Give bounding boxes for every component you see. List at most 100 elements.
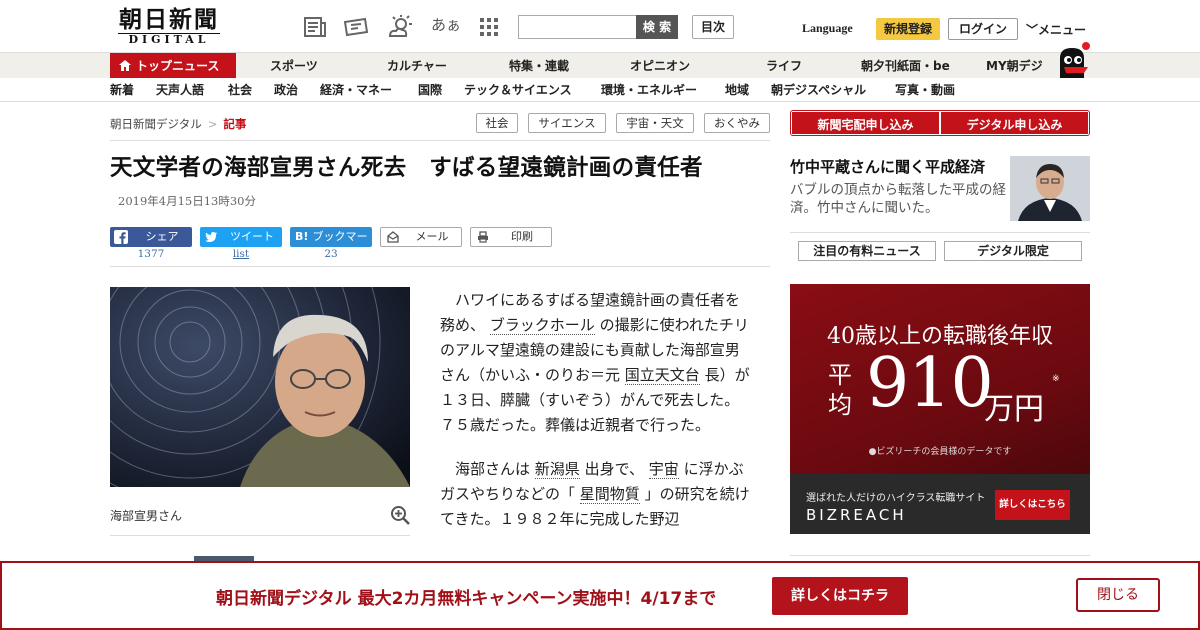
article-date: 2019年4月15日13時30分 xyxy=(118,194,256,208)
newspaper-delivery-button[interactable]: 新聞宅配申し込み xyxy=(792,112,939,134)
breadcrumb-home[interactable]: 朝日新聞デジタル xyxy=(110,117,202,131)
paragraph-2: 海部さんは 新潟県 出身で、 宇宙 に浮かぶガスやちりなどの「 星間物質 」の研… xyxy=(440,457,752,532)
nav2-photo-video[interactable]: 写真・動画 xyxy=(895,78,955,102)
bizreach-ad[interactable]: 40歳以上の転職後年収 平均 910 万円 ※ ●ビズリーチの会員様のデータです… xyxy=(790,284,1090,534)
tweet-button[interactable]: ツイート xyxy=(200,227,282,247)
facebook-count: 1377 xyxy=(137,248,165,260)
secondary-nav: 新着 天声人語 社会 政治 経済・マネー 国際 テック＆サイエンス 環境・エネル… xyxy=(0,78,1200,102)
nav2-environment[interactable]: 環境・エネルギー xyxy=(601,78,697,102)
mail-label: メール xyxy=(415,230,449,243)
nav-item-label: トップニュース xyxy=(136,59,220,73)
tag-society[interactable]: 社会 xyxy=(476,113,518,133)
mail-icon xyxy=(387,231,399,243)
campaign-banner: 朝日新聞デジタル 最大2カ月無料キャンペーン実施中！4/17まで 詳しくはコチラ… xyxy=(0,561,1200,630)
search-button[interactable]: 検 索 xyxy=(636,15,678,39)
font-size-toggle[interactable]: あぁ xyxy=(431,14,461,35)
tag-science[interactable]: サイエンス xyxy=(528,113,606,133)
campaign-text: 朝日新聞デジタル 最大2カ月無料キャンペーン実施中！4/17まで xyxy=(216,589,717,609)
mascot-icon[interactable] xyxy=(1052,40,1092,80)
nav2-economy[interactable]: 経済・マネー xyxy=(320,78,392,102)
nav2-society[interactable]: 社会 xyxy=(228,78,252,102)
primary-nav: トップニュース スポーツ カルチャー 特集・連載 オピニオン ライフ 朝夕刊紙面… xyxy=(0,52,1200,79)
divider xyxy=(110,535,410,536)
bookmark-label: ブックマーク xyxy=(312,230,368,263)
facebook-share-button[interactable]: シェア xyxy=(110,227,192,247)
nav-item-features[interactable]: 特集・連載 xyxy=(509,53,569,79)
site-logo[interactable]: 朝日新聞 DIGITAL xyxy=(110,7,228,47)
ad-avg-label: 平均 xyxy=(828,361,852,419)
search-input[interactable] xyxy=(518,15,636,39)
mail-button[interactable]: メール xyxy=(380,227,462,247)
article-title: 天文学者の海部宣男さん死去 すばる望遠鏡計画の責任者 xyxy=(110,155,703,181)
ad-note: ●ビズリーチの会員様のデータです xyxy=(868,447,1012,457)
zoom-icon[interactable] xyxy=(390,505,410,525)
print-label: 印刷 xyxy=(511,230,533,243)
nav2-politics[interactable]: 政治 xyxy=(274,78,298,102)
breadcrumb: 朝日新聞デジタル > 記事 xyxy=(110,116,246,132)
divider xyxy=(790,232,1090,233)
feature-text[interactable]: バブルの頂点から転落した平成の経済。竹中さんに聞いた。 xyxy=(790,181,1006,217)
body-text: の撮影に使われたチリのアルマ望遠鏡の建設にも貢献した海部宣男さん（かいふ・のりお… xyxy=(440,316,749,384)
banner-close-button[interactable]: 閉じる xyxy=(1076,578,1160,612)
nav2-special[interactable]: 朝デジスペシャル xyxy=(771,78,866,102)
register-button[interactable]: 新規登録 xyxy=(876,18,940,40)
nav2-region[interactable]: 地域 xyxy=(725,78,749,102)
tab-paid-news[interactable]: 注目の有料ニュース xyxy=(798,241,936,261)
newspaper-icon[interactable] xyxy=(302,14,328,40)
site-header: 朝日新聞 DIGITAL あぁ 検 索 目次 Language 新規登録 ログイ… xyxy=(0,0,1200,52)
nav2-tech-science[interactable]: テック＆サイエンス xyxy=(464,78,572,102)
digital-subscribe-button[interactable]: デジタル申し込み xyxy=(941,112,1088,134)
logo-title: 朝日新聞 xyxy=(119,6,219,33)
ad-asterisk: ※ xyxy=(1052,374,1060,384)
hatena-icon: B! xyxy=(295,230,309,243)
nav2-new[interactable]: 新着 xyxy=(110,78,134,102)
campaign-details-button[interactable]: 詳しくはコチラ xyxy=(772,577,908,615)
feature-photo[interactable] xyxy=(1010,156,1090,221)
tab-digital-only[interactable]: デジタル限定 xyxy=(944,241,1082,261)
nav-item-life[interactable]: ライフ xyxy=(766,53,802,79)
divider xyxy=(110,266,770,267)
print-button[interactable]: 印刷 xyxy=(470,227,552,247)
feature-title[interactable]: 竹中平蔵さんに聞く平成経済 xyxy=(790,156,985,177)
bookmark-count: 23 xyxy=(324,248,338,260)
breadcrumb-current: 記事 xyxy=(223,117,247,131)
contents-button[interactable]: 目次 xyxy=(692,15,734,39)
nav-item-paper[interactable]: 朝夕刊紙面・be xyxy=(861,53,950,79)
article-photo[interactable] xyxy=(110,287,410,487)
nav-item-top-news[interactable]: トップニュース xyxy=(110,53,236,79)
nav-item-opinion[interactable]: オピニオン xyxy=(630,53,690,79)
ad-brand-logo: BIZREACH xyxy=(806,506,907,524)
twitter-icon xyxy=(205,232,217,242)
menu-button[interactable]: ﹀メニュー xyxy=(1026,21,1086,38)
login-button[interactable]: ログイン xyxy=(948,18,1018,40)
tag-obituary[interactable]: おくやみ xyxy=(704,113,770,133)
logo-subtitle: DIGITAL xyxy=(118,33,220,46)
keyword-link-naoj[interactable]: 国立天文台 xyxy=(624,366,700,385)
hatena-bookmark-button[interactable]: B! ブックマーク xyxy=(290,227,372,263)
keyword-link-black-hole[interactable]: ブラックホール xyxy=(489,316,595,335)
keyword-link-space[interactable]: 宇宙 xyxy=(648,460,679,479)
ad-cta-button[interactable]: 詳しくはこちら xyxy=(995,490,1070,520)
divider xyxy=(110,140,770,141)
menu-label: メニュー xyxy=(1038,23,1087,37)
tweet-list-link[interactable]: list xyxy=(200,248,282,260)
tag-space[interactable]: 宇宙・天文 xyxy=(616,113,694,133)
weather-icon[interactable] xyxy=(387,14,413,40)
nav-item-sports[interactable]: スポーツ xyxy=(270,53,318,79)
nav-item-my[interactable]: MY朝デジ xyxy=(986,53,1043,79)
breadcrumb-separator: > xyxy=(207,117,218,131)
ad-amount: 910 xyxy=(866,344,994,423)
nav2-tenseijingo[interactable]: 天声人語 xyxy=(156,78,204,102)
keyword-link-interstellar-matter[interactable]: 星間物質 xyxy=(579,485,640,504)
ticket-icon[interactable] xyxy=(343,14,369,40)
share-label: シェア xyxy=(145,230,179,243)
paragraph-1: ハワイにあるすばる望遠鏡計画の責任者を務め、 ブラックホール の撮影に使われたチ… xyxy=(440,288,752,438)
language-link[interactable]: Language xyxy=(802,21,853,36)
body-text: 海部さんは xyxy=(455,460,531,478)
nav2-international[interactable]: 国際 xyxy=(418,78,442,102)
nav-item-culture[interactable]: カルチャー xyxy=(387,53,447,79)
ad-unit: 万円 xyxy=(984,392,1044,427)
keyword-link-niigata[interactable]: 新潟県 xyxy=(534,460,580,479)
body-text: 出身で、 xyxy=(584,460,644,478)
grid-menu-icon[interactable] xyxy=(476,14,502,40)
